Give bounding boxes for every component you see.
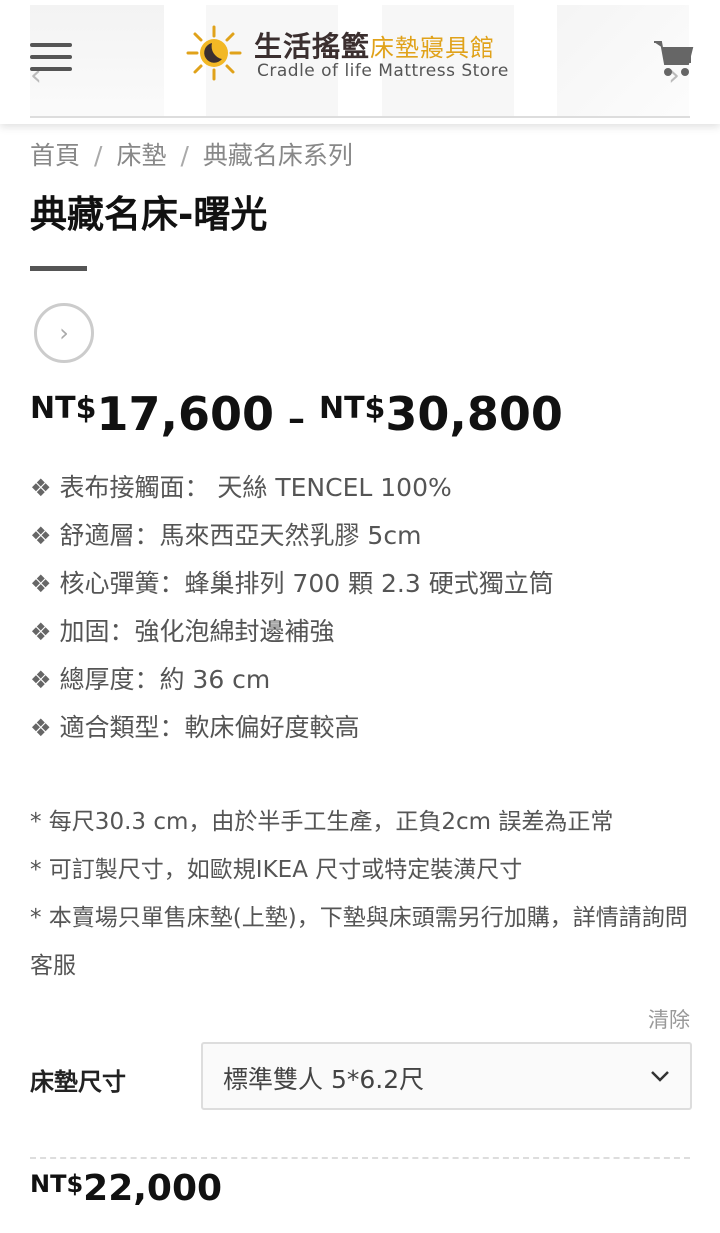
diamond-bullet-icon: ❖ bbox=[30, 474, 52, 502]
title-divider bbox=[30, 266, 87, 271]
breadcrumb-mattress-link[interactable]: 床墊 bbox=[116, 141, 166, 170]
price-divider bbox=[30, 1157, 690, 1159]
list-item: ❖ 適合類型：軟床偏好度較高 bbox=[30, 713, 360, 742]
price-dash: – bbox=[287, 399, 305, 439]
price-max: 30,800 bbox=[385, 387, 563, 441]
note-text: * 可訂製尺寸，如歐規IKEA 尺寸或特定裝潢尺寸 bbox=[30, 857, 523, 883]
breadcrumb-separator: / bbox=[94, 141, 103, 170]
product-notes: * 每尺30.3 cm，由於半手工生產，正負2cm 誤差為正常 * 可訂製尺寸，… bbox=[30, 798, 690, 990]
list-item: ❖ 舒適層：馬來西亞天然乳膠 5cm bbox=[30, 521, 422, 550]
list-item: ❖ 表布接觸面： 天絲 TENCEL 100% bbox=[30, 473, 452, 502]
currency-symbol: NT$ bbox=[318, 391, 386, 426]
breadcrumb-home-link[interactable]: 首頁 bbox=[30, 141, 80, 170]
chevron-down-icon bbox=[651, 1071, 669, 1082]
gallery-strip bbox=[30, 116, 690, 118]
logo-text-en: Cradle of life Mattress Store bbox=[257, 61, 509, 81]
list-item: ❖ 總厚度：約 36 cm bbox=[30, 665, 271, 694]
diamond-bullet-icon: ❖ bbox=[30, 666, 52, 694]
breadcrumb-separator: / bbox=[180, 141, 189, 170]
selected-price: NT$22,000 bbox=[30, 1168, 222, 1209]
mattress-size-select[interactable]: 標準雙人 5*6.2尺 bbox=[201, 1042, 692, 1110]
diamond-bullet-icon: ❖ bbox=[30, 522, 52, 550]
selected-price-amount: 22,000 bbox=[83, 1168, 223, 1209]
sun-logo-icon bbox=[186, 25, 242, 81]
price-range: NT$17,600– NT$30,800 bbox=[30, 387, 563, 441]
list-item: ❖ 加固：強化泡綿封邊補強 bbox=[30, 617, 335, 646]
price-min: 17,600 bbox=[96, 387, 274, 441]
logo-text-cn-sub: 床墊寢具館 bbox=[370, 34, 496, 62]
chevron-right-icon[interactable]: › bbox=[34, 303, 94, 363]
note-text: * 每尺30.3 cm，由於半手工生產，正負2cm 誤差為正常 bbox=[30, 809, 614, 835]
breadcrumb-collection-link[interactable]: 典藏名床系列 bbox=[203, 141, 353, 170]
feature-list: ❖ 表布接觸面： 天絲 TENCEL 100% ❖ 舒適層：馬來西亞天然乳膠 5… bbox=[30, 468, 554, 756]
shopping-cart-icon[interactable] bbox=[652, 38, 694, 78]
currency-symbol: NT$ bbox=[30, 1170, 84, 1198]
diamond-bullet-icon: ❖ bbox=[30, 570, 52, 598]
product-title: 典藏名床-曙光 bbox=[30, 193, 268, 236]
mattress-size-label: 床墊尺寸 bbox=[30, 1068, 126, 1096]
diamond-bullet-icon: ❖ bbox=[30, 714, 52, 742]
diamond-bullet-icon: ❖ bbox=[30, 618, 52, 646]
list-item: ❖ 核心彈簧：蜂巢排列 700 顆 2.3 硬式獨立筒 bbox=[30, 569, 554, 598]
currency-symbol: NT$ bbox=[30, 391, 97, 426]
selected-size-value: 標準雙人 5*6.2尺 bbox=[223, 1065, 425, 1094]
logo-text-cn: 生活搖籃床墊寢具館 bbox=[254, 30, 496, 63]
note-text: * 本賣場只單售床墊(上墊)，下墊與床頭需另行加購，詳情請詢問客服 bbox=[30, 905, 688, 979]
site-header: ‹ › 生活搖籃床墊寢具館 Cradle of life Mattress St… bbox=[0, 0, 720, 124]
hamburger-menu-icon[interactable] bbox=[30, 43, 72, 71]
clear-selection-link[interactable]: 清除 bbox=[648, 1004, 690, 1034]
breadcrumb: 首頁 / 床墊 / 典藏名床系列 bbox=[30, 136, 353, 172]
site-logo[interactable]: 生活搖籃床墊寢具館 Cradle of life Mattress Store bbox=[186, 23, 536, 85]
